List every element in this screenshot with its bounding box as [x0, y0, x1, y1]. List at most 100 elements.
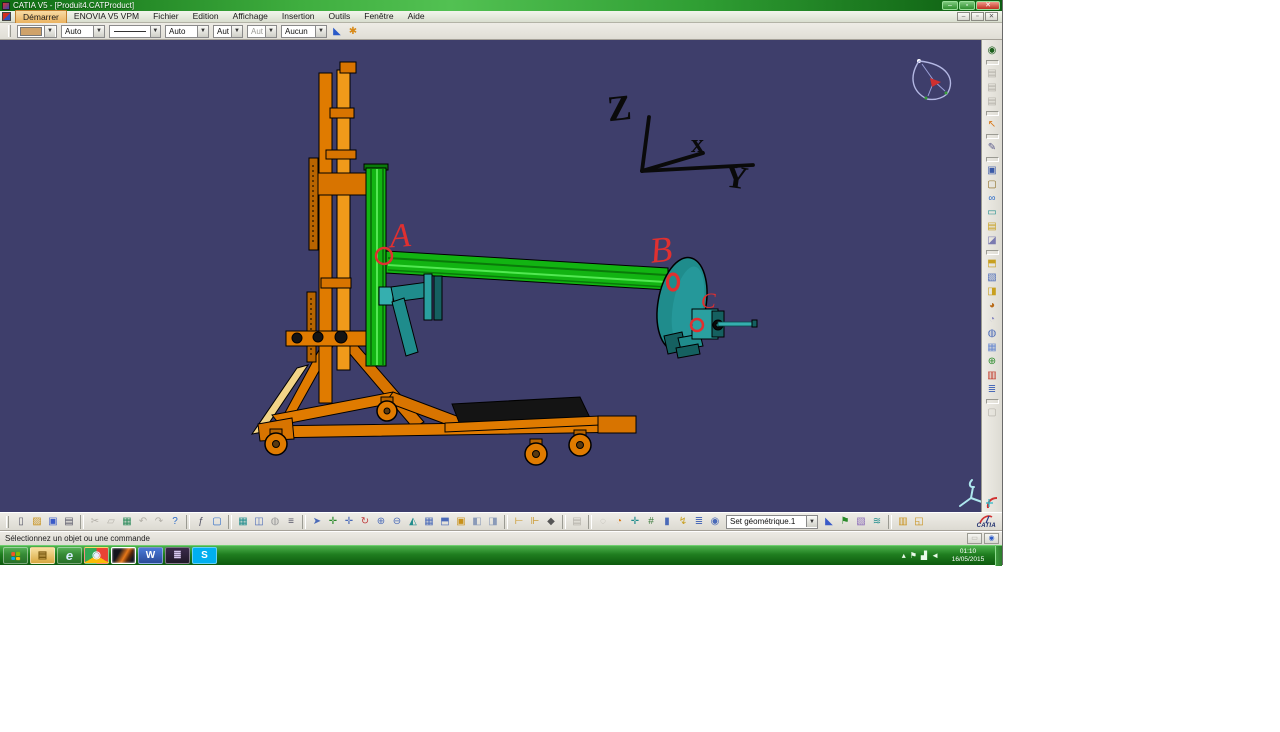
constraints-count-icon[interactable]: #: [644, 514, 659, 529]
close-button[interactable]: ✕: [976, 1, 1000, 10]
clash-icon[interactable]: ◪: [985, 234, 1000, 248]
print-icon[interactable]: ▤: [62, 514, 77, 529]
paint-icon[interactable]: ◣: [822, 514, 837, 529]
new-document-icon[interactable]: ▯: [14, 514, 29, 529]
minimize-button[interactable]: –: [942, 1, 958, 10]
iso-view-icon[interactable]: ⬒: [438, 514, 453, 529]
zoom-in-icon[interactable]: ⊕: [374, 514, 389, 529]
power-input-button[interactable]: ◉: [984, 533, 999, 544]
toolbar-grip[interactable]: [8, 25, 11, 37]
rotate-icon[interactable]: ↻: [358, 514, 373, 529]
hole-icon[interactable]: ◍: [985, 327, 1000, 341]
network-icon[interactable]: ▟: [921, 551, 927, 561]
menu-item-demarrer[interactable]: Démarrer: [15, 9, 67, 24]
menu-item-fenetre[interactable]: Fenêtre: [357, 10, 400, 24]
mdi-restore-button[interactable]: ▫: [971, 12, 984, 21]
formula-icon[interactable]: ƒ: [194, 514, 209, 529]
toolbar-grip[interactable]: [6, 515, 9, 528]
restore-button[interactable]: ▫: [959, 1, 975, 10]
list-icon[interactable]: ≡: [284, 514, 299, 529]
volume-icon[interactable]: ◄: [931, 551, 939, 561]
fill-color-combo[interactable]: ▼: [17, 24, 57, 38]
viewport-canvas[interactable]: A B C Z x Y: [0, 40, 982, 512]
knowledge-flag-icon[interactable]: ⚑: [838, 514, 853, 529]
hidden-icons-icon[interactable]: ▴: [902, 551, 906, 561]
fly-mode-icon[interactable]: ➤: [310, 514, 325, 529]
mailbox-icon[interactable]: ▭: [985, 206, 1000, 220]
menu-item-aide[interactable]: Aide: [401, 10, 432, 24]
zoom-out-icon[interactable]: ⊖: [390, 514, 405, 529]
existing-component-icon[interactable]: ▢: [985, 178, 1000, 192]
pattern-icon[interactable]: ▦: [985, 341, 1000, 355]
named-views-icon[interactable]: ▣: [454, 514, 469, 529]
render-style-icon[interactable]: ◧: [470, 514, 485, 529]
tree-list-icon[interactable]: ≣: [692, 514, 707, 529]
mdi-minimize-button[interactable]: –: [957, 12, 970, 21]
opacity-combo[interactable]: Auto ▼: [61, 24, 105, 38]
chevron-down-icon[interactable]: ▼: [806, 516, 817, 527]
binoculars-icon[interactable]: ∞: [985, 192, 1000, 206]
chevron-down-icon[interactable]: ▼: [93, 25, 104, 37]
measure-item-icon[interactable]: ⊩: [528, 514, 543, 529]
chevron-down-icon[interactable]: ▼: [149, 25, 160, 37]
lightning-icon[interactable]: ↯: [676, 514, 691, 529]
open-icon[interactable]: ▨: [30, 514, 45, 529]
comment-icon[interactable]: ▢: [210, 514, 225, 529]
line-type-combo[interactable]: ▼: [109, 24, 161, 38]
sketcher-icon[interactable]: ✎: [985, 141, 1000, 155]
update-box-icon[interactable]: ▮: [660, 514, 675, 529]
mdi-close-button[interactable]: ✕: [985, 12, 998, 21]
catalog-icon[interactable]: ▥: [896, 514, 911, 529]
word-taskbar-button[interactable]: W: [138, 547, 163, 564]
globe-icon[interactable]: ◍: [268, 514, 283, 529]
layers-stack-icon[interactable]: ≣: [985, 383, 1000, 397]
fit-all-icon[interactable]: ✛: [326, 514, 341, 529]
chevron-down-icon[interactable]: ▼: [197, 25, 208, 37]
explorer-taskbar-button[interactable]: ▤: [30, 547, 55, 564]
hide-show-icon[interactable]: ◨: [486, 514, 501, 529]
multi-view-icon[interactable]: ▦: [422, 514, 437, 529]
compass[interactable]: [912, 59, 952, 101]
pad-icon[interactable]: ⬒: [985, 257, 1000, 271]
lens-icon[interactable]: ◉: [708, 514, 723, 529]
assemble-icon[interactable]: ▧: [985, 271, 1000, 285]
pocket-icon[interactable]: ◨: [985, 285, 1000, 299]
rule-editor-icon[interactable]: ≋: [870, 514, 885, 529]
menu-item-fichier[interactable]: Fichier: [146, 10, 186, 24]
save-icon[interactable]: ▣: [46, 514, 61, 529]
start-button[interactable]: [3, 547, 28, 564]
chevron-down-icon[interactable]: ▼: [231, 25, 242, 37]
chevron-down-icon[interactable]: ▼: [44, 25, 55, 37]
groove-icon[interactable]: ◔: [985, 313, 1000, 327]
geometrical-set-combo[interactable]: Set géométrique.1 ▼: [726, 514, 818, 529]
chrome-taskbar-button[interactable]: ◉: [84, 547, 109, 564]
menu-item-insertion[interactable]: Insertion: [275, 10, 322, 24]
picture-icon[interactable]: ▧: [854, 514, 869, 529]
component-red-icon[interactable]: ▥: [985, 369, 1000, 383]
shaft-icon[interactable]: ◕: [985, 299, 1000, 313]
select-arrow-icon[interactable]: ↖: [985, 118, 1000, 132]
catia-taskbar-button-active[interactable]: [111, 547, 136, 564]
update-icon[interactable]: ◉: [985, 44, 1000, 58]
action-center-flag-icon[interactable]: ⚑: [910, 551, 917, 561]
catalog-browser-icon[interactable]: ◱: [912, 514, 927, 529]
wizard-icon[interactable]: ✱: [346, 24, 361, 39]
paste-icon[interactable]: ▦: [120, 514, 135, 529]
measure-between-icon[interactable]: ⊢: [512, 514, 527, 529]
skype-taskbar-button[interactable]: S: [192, 547, 217, 564]
pan-icon[interactable]: ✛: [342, 514, 357, 529]
measure-inertia-icon[interactable]: ◆: [544, 514, 559, 529]
new-part-icon[interactable]: ▣: [985, 164, 1000, 178]
line-weight-combo[interactable]: Auto ▼: [165, 24, 209, 38]
swoosh-icon[interactable]: ◔: [612, 514, 627, 529]
menu-item-outils[interactable]: Outils: [322, 10, 358, 24]
design-table-icon[interactable]: ▦: [236, 514, 251, 529]
menu-item-enovia-v5-vpm[interactable]: ENOVIA V5 VPM: [67, 10, 146, 24]
menu-item-edition[interactable]: Edition: [186, 10, 226, 24]
normal-view-icon[interactable]: ◭: [406, 514, 421, 529]
render-style-combo[interactable]: Aucun ▼: [281, 24, 327, 38]
help-icon[interactable]: ?: [168, 514, 183, 529]
internet-explorer-taskbar-button[interactable]: e: [57, 547, 82, 564]
product-graph-icon[interactable]: ◫: [252, 514, 267, 529]
painter-icon[interactable]: ◣: [330, 24, 345, 39]
